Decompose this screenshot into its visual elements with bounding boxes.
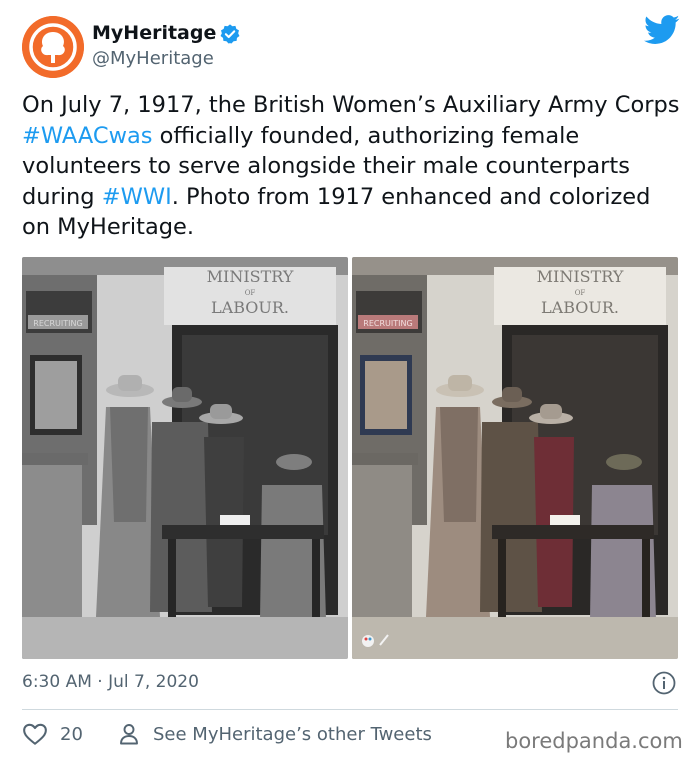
- sign-line-2: OF: [575, 289, 586, 297]
- author-avatar[interactable]: [22, 16, 84, 78]
- photo-original-bw[interactable]: RECRUITING MINISTRY OF LABOUR.: [22, 257, 348, 659]
- sign-line-1: MINISTRY: [207, 267, 294, 286]
- photo-colorized[interactable]: RECRUITING MINISTRY OF LABOUR.: [352, 257, 678, 659]
- sign-line-3: LABOUR.: [541, 298, 619, 317]
- sign-line-2: OF: [245, 289, 256, 297]
- sign-line-3: LABOUR.: [211, 298, 289, 317]
- tweet-text-part: On July 7, 1917, the British Women’s Aux…: [22, 92, 680, 118]
- author-display-name[interactable]: MyHeritage: [92, 22, 216, 44]
- tweet-card: MyHeritage @MyHeritage On July 7, 1917, …: [0, 0, 700, 762]
- hashtag-waacwas-link[interactable]: #WAACwas: [22, 123, 153, 149]
- action-divider: [22, 709, 678, 710]
- photo-colorized-scene: RECRUITING MINISTRY OF LABOUR.: [352, 257, 678, 659]
- person-icon[interactable]: [118, 722, 140, 746]
- poster-label: RECRUITING: [363, 319, 412, 328]
- see-other-tweets-link[interactable]: See MyHeritage’s other Tweets: [153, 724, 432, 745]
- photo-bw-scene: RECRUITING MINISTRY OF LABOUR.: [22, 257, 348, 659]
- myheritage-logo-icon: [22, 16, 84, 78]
- info-icon[interactable]: [651, 670, 677, 696]
- verified-badge-icon: [220, 24, 240, 44]
- poster-label: RECRUITING: [33, 319, 82, 328]
- hashtag-wwi-link[interactable]: #WWI: [102, 184, 172, 210]
- author-handle[interactable]: @MyHeritage: [92, 48, 214, 69]
- heart-icon[interactable]: [22, 722, 48, 746]
- twitter-bird-icon[interactable]: [644, 14, 680, 46]
- tweet-timestamp[interactable]: 6:30 AM · Jul 7, 2020: [22, 672, 199, 692]
- boredpanda-watermark: boredpanda.com: [505, 729, 683, 753]
- sign-line-1: MINISTRY: [537, 267, 624, 286]
- tweet-text: On July 7, 1917, the British Women’s Aux…: [22, 90, 682, 243]
- like-count: 20: [60, 724, 83, 745]
